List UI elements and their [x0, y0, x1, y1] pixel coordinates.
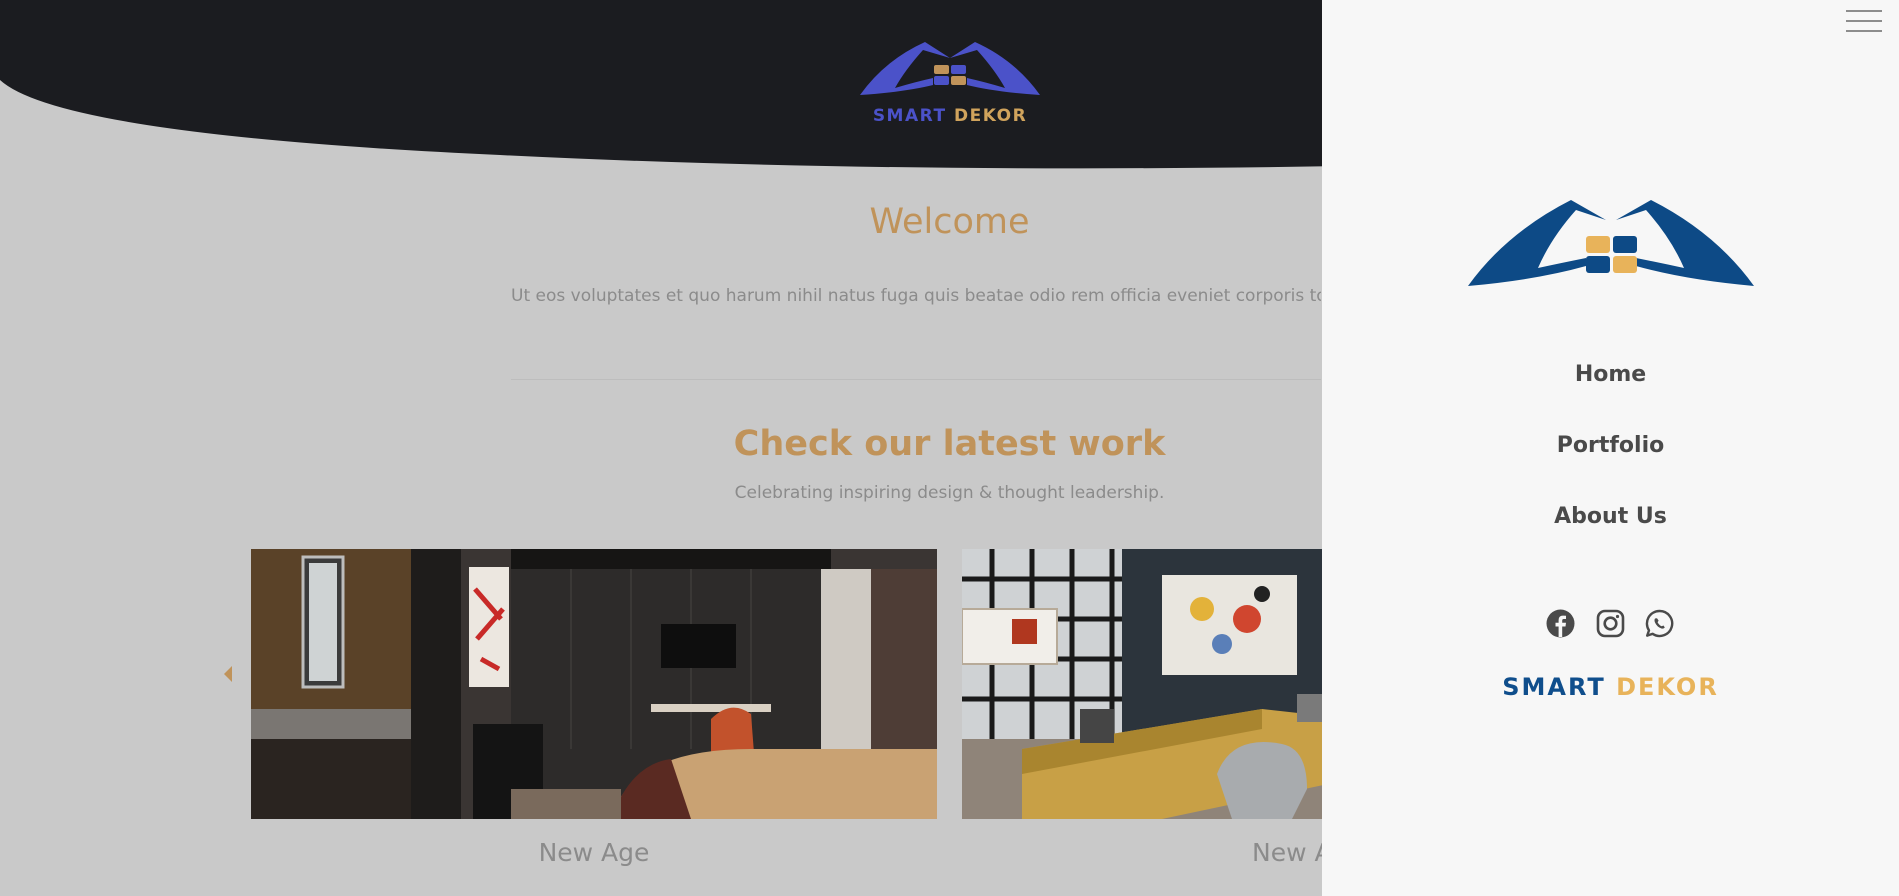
- side-menu-brand-second: DEKOR: [1616, 673, 1719, 701]
- instagram-icon: [1596, 609, 1624, 638]
- header-brand-name: SMART DEKOR: [870, 106, 1030, 126]
- hamburger-line: [1846, 10, 1882, 12]
- portfolio-card-2-caption: New A: [1252, 838, 1332, 867]
- menu-item-portfolio[interactable]: Portfolio: [1322, 425, 1899, 496]
- menu-item-home[interactable]: Home: [1322, 354, 1899, 425]
- carousel-prev-button[interactable]: [222, 665, 234, 683]
- side-menu-logo-icon[interactable]: [1466, 188, 1756, 288]
- whatsapp-link[interactable]: [1644, 608, 1675, 639]
- header-background: [0, 0, 1400, 169]
- section-divider: [511, 379, 1321, 380]
- bedroom-photo: [251, 549, 937, 819]
- caret-left-icon: [224, 666, 232, 682]
- header-brand-first: SMART: [872, 106, 947, 126]
- side-menu-brand-name: SMART DEKOR: [1322, 673, 1899, 701]
- social-links: [1545, 608, 1675, 642]
- portfolio-card-1-caption: New Age: [538, 838, 650, 867]
- menu-item-about-us[interactable]: About Us: [1322, 496, 1899, 567]
- side-menu-brand-first: SMART: [1502, 673, 1606, 701]
- facebook-link[interactable]: [1545, 608, 1576, 639]
- whatsapp-icon: [1645, 609, 1674, 638]
- instagram-link[interactable]: [1595, 608, 1626, 639]
- hamburger-menu-icon[interactable]: [1846, 10, 1882, 36]
- hamburger-line: [1846, 20, 1882, 22]
- header-brand-second: DEKOR: [953, 106, 1028, 126]
- welcome-text: Ut eos voluptates et quo harum nihil nat…: [511, 286, 1321, 306]
- hamburger-line: [1846, 30, 1882, 32]
- side-menu-nav: Home Portfolio About Us: [1322, 354, 1899, 567]
- portfolio-card-1[interactable]: [251, 549, 937, 819]
- facebook-icon: [1546, 609, 1575, 638]
